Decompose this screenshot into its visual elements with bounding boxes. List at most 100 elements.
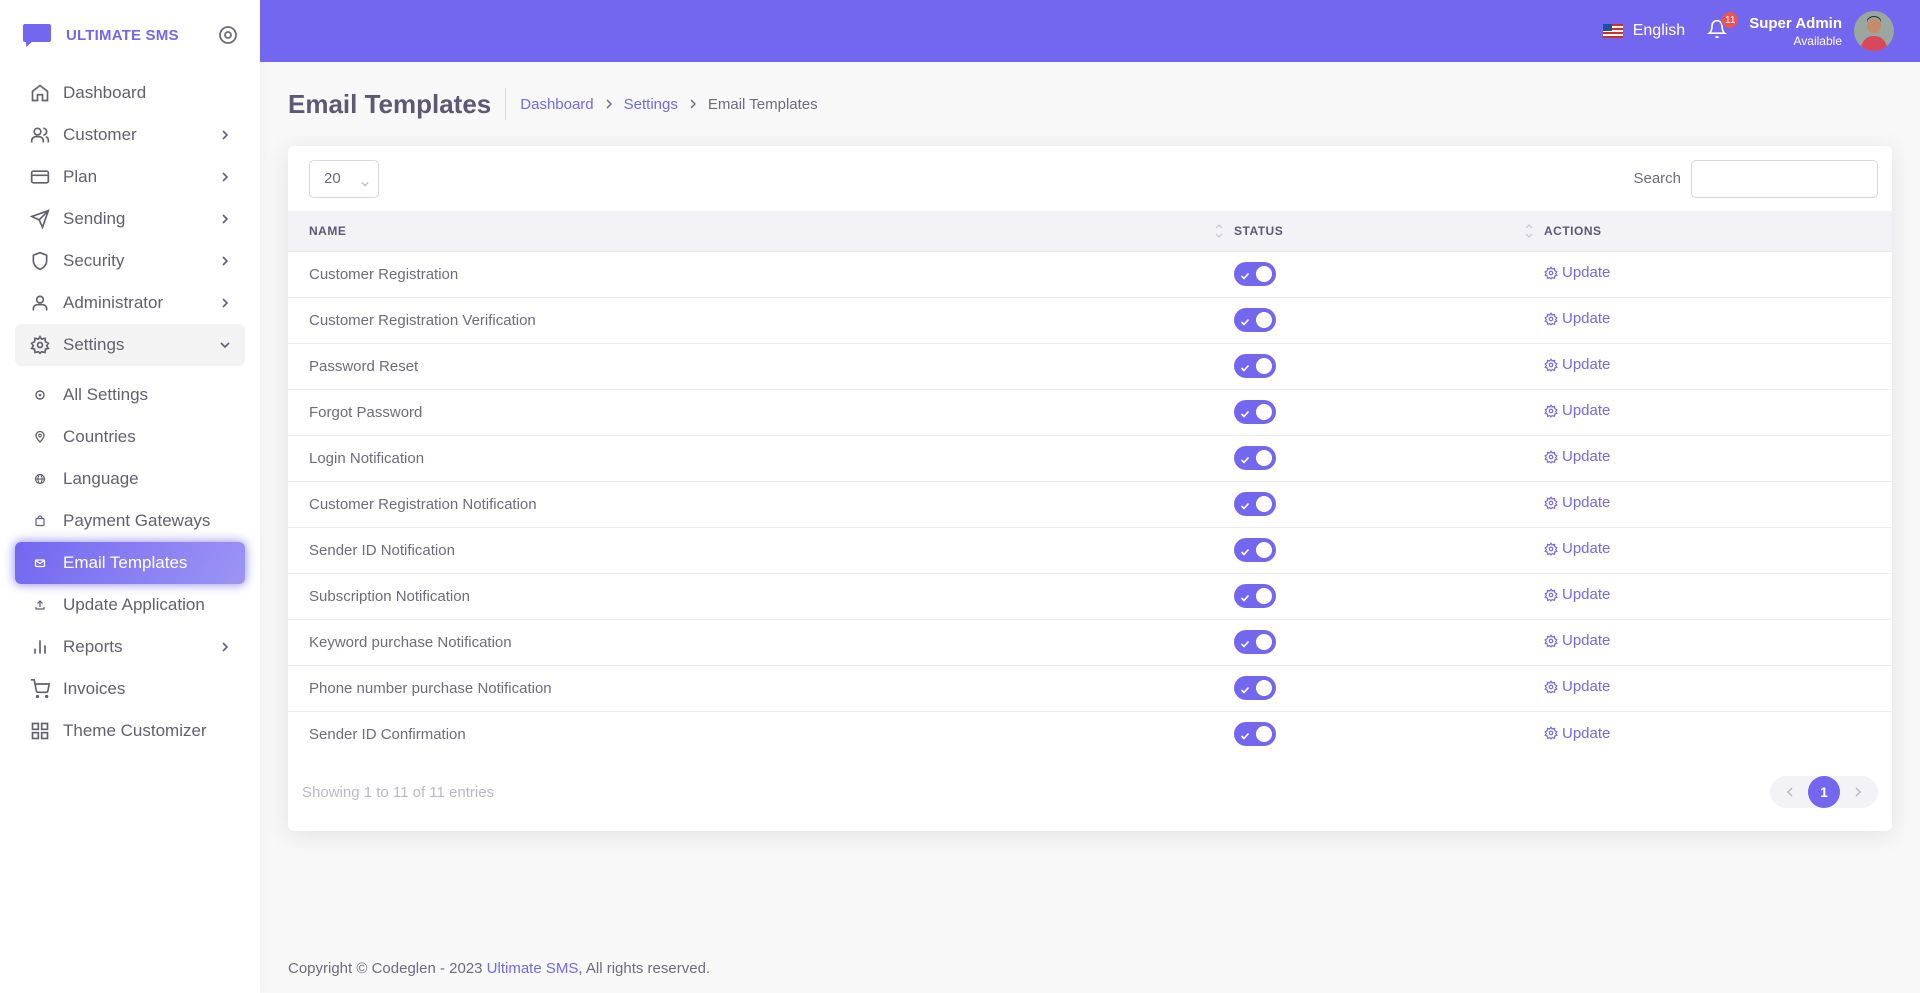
status-toggle[interactable] — [1234, 400, 1276, 424]
sidebar-item-security[interactable]: Security — [15, 240, 245, 282]
actions-cell: Update — [1544, 710, 1892, 757]
breadcrumb-settings-link[interactable]: Settings — [624, 96, 678, 113]
column-header-status[interactable]: STATUS — [1234, 211, 1544, 251]
message-logo-icon — [22, 22, 52, 48]
sidebar-item-label: Dashboard — [63, 83, 147, 102]
status-toggle[interactable] — [1234, 492, 1276, 516]
page-number-button[interactable]: 1 — [1808, 776, 1840, 808]
status-cell — [1234, 480, 1544, 527]
gear-icon — [1544, 495, 1558, 510]
table-row: Keyword purchase Notification Update — [288, 618, 1892, 665]
status-toggle[interactable] — [1234, 722, 1276, 747]
template-name: Phone number purchase Notification — [288, 664, 1234, 711]
breadcrumb-dashboard-link[interactable]: Dashboard — [520, 96, 593, 113]
sidebar-item-theme-customizer[interactable]: Theme Customizer — [15, 710, 245, 752]
update-button[interactable]: Update — [1544, 678, 1610, 695]
update-button[interactable]: Update — [1544, 448, 1610, 465]
globe-icon — [29, 468, 51, 490]
status-cell — [1234, 342, 1544, 389]
sidebar-item-label: Reports — [63, 637, 123, 656]
previous-page-button[interactable] — [1772, 776, 1808, 808]
template-name: Sender ID Notification — [288, 526, 1234, 573]
brand-name: ULTIMATE SMS — [66, 26, 179, 44]
chevron-right-icon — [219, 171, 231, 183]
update-button[interactable]: Update — [1544, 540, 1610, 557]
rights-text: , All rights reserved. — [578, 960, 711, 977]
update-label: Update — [1562, 494, 1611, 512]
sidebar-item-update-application[interactable]: Update Application — [15, 584, 245, 626]
notifications-button[interactable]: 11 — [1705, 11, 1740, 43]
gear-icon — [1544, 679, 1558, 694]
chevron-right-icon — [604, 99, 614, 109]
update-label: Update — [1562, 632, 1611, 650]
page-length-select[interactable]: 20 — [309, 159, 379, 198]
check-icon — [1240, 544, 1250, 561]
status-toggle[interactable] — [1234, 446, 1276, 470]
sidebar-item-email-templates[interactable]: Email Templates — [15, 542, 245, 584]
sidebar-item-invoices[interactable]: Invoices — [15, 668, 245, 710]
update-button[interactable]: Update — [1544, 632, 1610, 649]
status-toggle[interactable] — [1234, 308, 1276, 332]
shopping-bag-icon — [29, 510, 51, 532]
table-row: Password Reset Update — [288, 342, 1892, 389]
update-button[interactable]: Update — [1544, 356, 1610, 373]
sidebar-item-countries[interactable]: Countries — [15, 416, 245, 458]
sidebar: ULTIMATE SMS Dashboard Customer Plan Sen… — [0, 0, 260, 993]
update-button[interactable]: Update — [1544, 402, 1610, 419]
update-button[interactable]: Update — [1544, 494, 1610, 511]
search-label: Search — [1633, 170, 1681, 187]
language-label: English — [1632, 22, 1686, 39]
status-toggle[interactable] — [1234, 676, 1276, 700]
status-toggle[interactable] — [1234, 584, 1276, 608]
brand[interactable]: ULTIMATE SMS — [0, 0, 260, 70]
us-flag-icon — [1602, 24, 1623, 38]
sidebar-item-all-settings[interactable]: All Settings — [15, 374, 245, 416]
next-page-button[interactable] — [1840, 776, 1876, 808]
gear-icon — [29, 334, 51, 356]
status-toggle[interactable] — [1234, 354, 1276, 378]
sidebar-item-language[interactable]: Language — [15, 458, 245, 500]
user-status: Available — [1793, 33, 1842, 48]
toggle-knob — [1256, 634, 1272, 650]
update-button[interactable]: Update — [1544, 310, 1610, 327]
update-button[interactable]: Update — [1544, 264, 1610, 281]
update-button[interactable]: Update — [1544, 725, 1610, 742]
pagination: 1 — [1770, 776, 1878, 808]
sidebar-item-payment-gateways[interactable]: Payment Gateways — [15, 500, 245, 542]
avatar[interactable] — [1854, 11, 1894, 51]
status-cell — [1234, 296, 1544, 343]
status-cell — [1234, 526, 1544, 573]
sidebar-item-plan[interactable]: Plan — [15, 156, 245, 198]
sidebar-item-administrator[interactable]: Administrator — [15, 282, 245, 324]
sidebar-item-customer[interactable]: Customer — [15, 114, 245, 156]
sidebar-item-label: Sending — [63, 209, 126, 228]
sidebar-item-settings[interactable]: Settings — [15, 324, 245, 366]
update-button[interactable]: Update — [1544, 586, 1610, 603]
status-toggle[interactable] — [1234, 630, 1276, 654]
map-pin-icon — [29, 426, 51, 448]
status-toggle[interactable] — [1234, 262, 1276, 286]
footer-ultimate-sms-link[interactable]: Ultimate SMS — [487, 960, 579, 977]
table-row: Login Notification Update — [288, 434, 1892, 481]
check-icon — [1240, 314, 1250, 331]
toggle-knob — [1256, 404, 1272, 420]
sidebar-item-sending[interactable]: Sending — [15, 198, 245, 240]
actions-cell: Update — [1544, 388, 1892, 435]
template-name: Customer Registration Notification — [288, 480, 1234, 527]
sort-icon — [1524, 221, 1534, 241]
table-row: Phone number purchase Notification Update — [288, 664, 1892, 711]
template-name: Customer Registration — [288, 250, 1234, 297]
sidebar-item-label: Customer — [63, 125, 137, 144]
sidebar-collapse-toggle-icon[interactable] — [218, 25, 238, 45]
check-icon — [1240, 728, 1250, 745]
language-selector[interactable]: English — [1602, 22, 1686, 40]
sidebar-item-reports[interactable]: Reports — [15, 626, 245, 668]
actions-cell: Update — [1544, 664, 1892, 711]
sidebar-item-label: Email Templates — [63, 553, 188, 572]
status-toggle[interactable] — [1234, 538, 1276, 562]
sidebar-item-dashboard[interactable]: Dashboard — [15, 72, 245, 114]
user-menu[interactable]: Super Admin Available — [1749, 15, 1842, 48]
column-header-name[interactable]: NAME — [288, 211, 1234, 251]
search-input[interactable] — [1691, 159, 1878, 198]
toggle-knob — [1256, 312, 1272, 328]
